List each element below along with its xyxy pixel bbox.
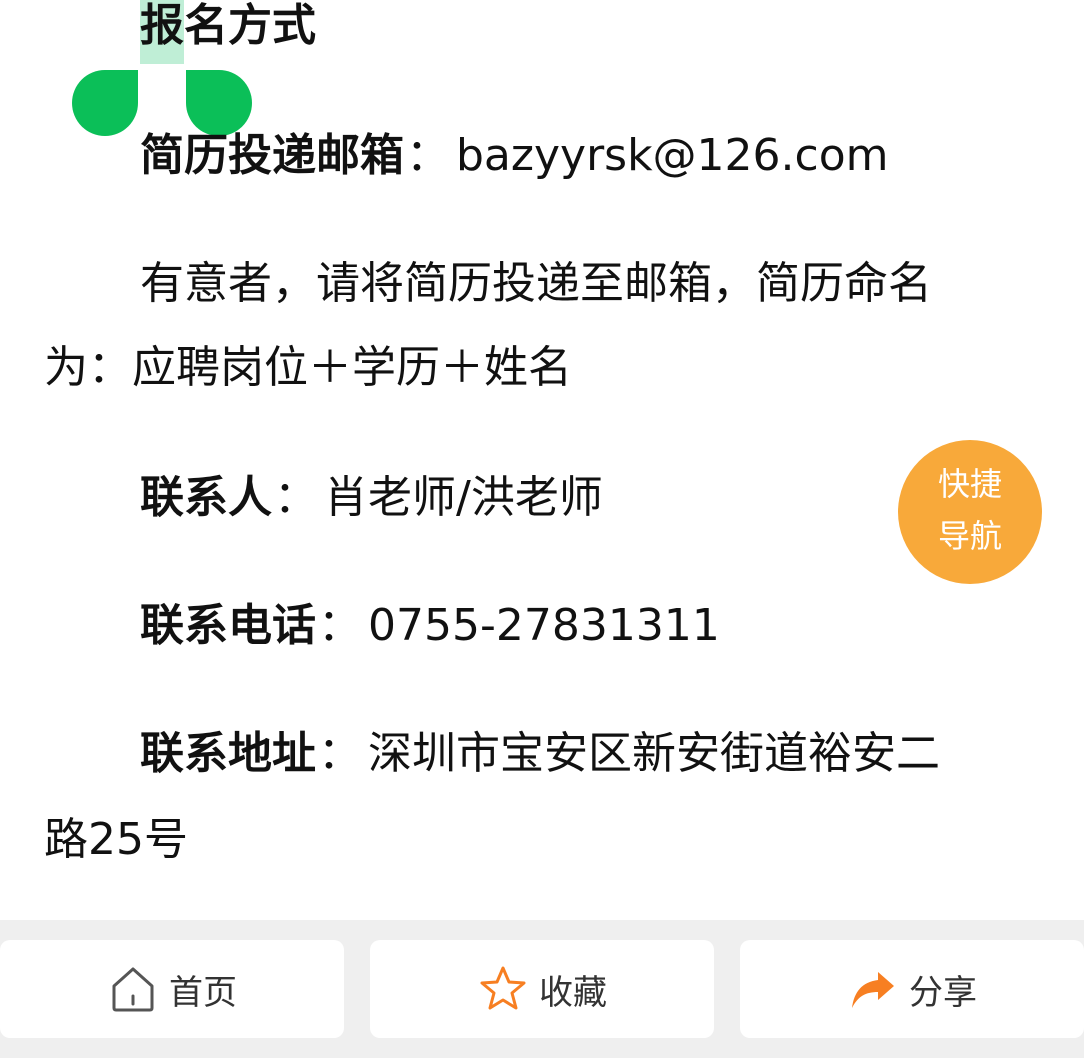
contact-label: 联系人 [140, 472, 272, 523]
home-icon [107, 963, 159, 1015]
phone-colon: ： [318, 600, 362, 651]
contact-colon: ： [274, 472, 318, 523]
home-label: 首页 [169, 972, 237, 1013]
address-value: 深圳市宝安区新安街道裕安二 [368, 728, 940, 779]
section-heading: 报名方式 [140, 0, 316, 64]
phone-line: 联系电话： 0755-27831311 [140, 598, 720, 654]
star-icon [477, 963, 529, 1015]
share-arrow-icon [847, 963, 899, 1015]
quick-nav-line-1: 快捷 [937, 465, 1002, 503]
bottom-bar: 首页 收藏 分享 [0, 920, 1084, 1058]
phone-label: 联系电话 [140, 600, 316, 651]
selected-text[interactable]: 报 [140, 0, 184, 64]
contact-line: 联系人： 肖老师/洪老师 [140, 470, 603, 526]
contact-value: 肖老师/洪老师 [324, 472, 603, 523]
heading-text: 名方式 [184, 0, 316, 51]
quick-nav-line-2: 导航 [937, 517, 1002, 555]
email-label: 简历投递邮箱 [140, 130, 404, 181]
phone-value[interactable]: 0755-27831311 [368, 600, 720, 651]
address-colon: ： [318, 728, 362, 779]
address-line-2: 路25号 [44, 814, 188, 865]
home-tab[interactable]: 首页 [0, 940, 344, 1038]
email-colon: ： [406, 130, 450, 181]
favorite-label: 收藏 [539, 972, 607, 1013]
instruction-line-2: 为：应聘岗位＋学历＋姓名 [44, 342, 572, 393]
instruction-line-1: 有意者，请将简历投递至邮箱，简历命名 [140, 258, 932, 309]
address-label: 联系地址 [140, 728, 316, 779]
selection-start-handle[interactable] [72, 70, 138, 136]
share-label: 分享 [909, 972, 977, 1013]
favorite-tab[interactable]: 收藏 [370, 940, 714, 1038]
share-tab[interactable]: 分享 [740, 940, 1084, 1038]
quick-nav-button[interactable]: 快捷 导航 [898, 440, 1042, 584]
email-value[interactable]: bazyyrsk@126.com [456, 130, 889, 181]
address-line-1: 联系地址： 深圳市宝安区新安街道裕安二 [140, 726, 940, 782]
selection-end-handle[interactable] [186, 70, 252, 136]
email-line: 简历投递邮箱： bazyyrsk@126.com [140, 128, 889, 184]
